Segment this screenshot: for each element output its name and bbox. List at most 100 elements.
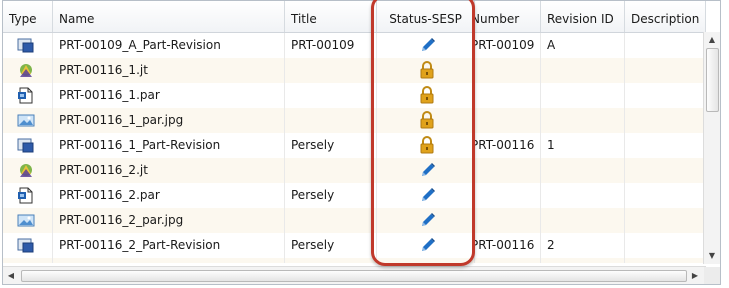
revision-cell (541, 158, 625, 183)
description-cell (625, 183, 706, 208)
part-revision-icon (17, 137, 35, 154)
type-cell (3, 183, 53, 208)
pencil-icon[interactable] (419, 236, 435, 254)
revision-cell (541, 108, 625, 133)
grid-header: Type Name Title Status-SESP Number Revis… (3, 1, 706, 33)
table-row[interactable] (3, 258, 706, 263)
description-cell (625, 233, 706, 258)
vertical-scrollbar[interactable]: ▲ ▼ (703, 32, 720, 264)
description-cell (625, 208, 706, 233)
revision-cell: 2 (541, 233, 625, 258)
pencil-icon[interactable] (419, 186, 435, 204)
revision-cell (541, 258, 625, 263)
pencil-icon[interactable] (419, 211, 435, 229)
column-header-type[interactable]: Type (3, 1, 53, 32)
part-revision-icon (17, 237, 35, 254)
name-cell: PRT-00116_1.par (53, 83, 285, 108)
title-cell (285, 258, 377, 263)
table-row[interactable]: PRT-00116_1.par (3, 83, 706, 108)
title-cell: Persely (285, 183, 377, 208)
name-cell: PRT-00116_2_par.jpg (53, 208, 285, 233)
table-row[interactable]: PRT-00116_2.par Persely (3, 183, 706, 208)
status-cell (377, 183, 475, 208)
lock-icon[interactable] (419, 86, 435, 104)
revision-cell (541, 183, 625, 208)
description-cell (625, 58, 706, 83)
status-cell (377, 233, 475, 258)
revision-cell: 1 (541, 133, 625, 158)
type-cell (3, 108, 53, 133)
status-cell (377, 258, 475, 263)
table-row[interactable]: PRT-00116_2_Part-Revision Persely PRT-0011… (3, 233, 706, 258)
scroll-up-button[interactable]: ▲ (704, 32, 720, 48)
type-cell (3, 58, 53, 83)
pencil-icon[interactable] (419, 161, 435, 179)
column-header-title[interactable]: Title (285, 1, 377, 32)
description-cell (625, 33, 706, 58)
name-cell: PRT-00116_2.jt (53, 158, 285, 183)
name-cell: PRT-00116_2.par (53, 183, 285, 208)
name-cell (53, 258, 285, 263)
table-row[interactable]: PRT-00116_1_Part-Revision Persely PRT-0011… (3, 133, 706, 158)
scroll-left-button[interactable]: ◀ (3, 267, 19, 284)
status-cell (377, 133, 475, 158)
description-cell (625, 133, 706, 158)
par-file-icon (17, 87, 35, 104)
title-cell (285, 83, 377, 108)
scroll-down-button[interactable]: ▼ (704, 248, 720, 264)
items-grid: Type Name Title Status-SESP Number Revis… (2, 0, 721, 285)
scroll-right-button[interactable]: ▶ (687, 267, 703, 284)
image-file-icon (17, 212, 35, 229)
title-cell (285, 108, 377, 133)
image-file-icon (17, 112, 35, 129)
type-cell (3, 83, 53, 108)
table-row[interactable]: PRT-00116_2_par.jpg (3, 208, 706, 233)
column-header-name[interactable]: Name (53, 1, 285, 32)
pencil-icon[interactable] (419, 261, 435, 263)
column-header-description[interactable]: Description (625, 1, 706, 32)
table-row[interactable]: PRT-00116_1_par.jpg (3, 108, 706, 133)
number-cell (475, 158, 541, 183)
lock-icon[interactable] (419, 136, 435, 154)
name-cell: PRT-00109_A_Part-Revision (53, 33, 285, 58)
number-cell (475, 108, 541, 133)
lock-icon[interactable] (419, 111, 435, 129)
revision-cell: A (541, 33, 625, 58)
jt-file-icon (17, 62, 35, 79)
revision-cell (541, 83, 625, 108)
table-row[interactable]: PRT-00116_2.jt (3, 158, 706, 183)
type-cell (3, 233, 53, 258)
column-header-revision-id[interactable]: Revision ID (541, 1, 625, 32)
status-cell (377, 158, 475, 183)
revision-cell (541, 208, 625, 233)
status-cell (377, 58, 475, 83)
description-cell (625, 108, 706, 133)
vertical-scroll-thumb[interactable] (706, 48, 719, 112)
title-cell (285, 158, 377, 183)
status-cell (377, 33, 475, 58)
description-cell (625, 258, 706, 263)
table-row[interactable]: PRT-00116_1.jt (3, 58, 706, 83)
description-cell (625, 158, 706, 183)
column-header-status-sesp[interactable]: Status-SESP (377, 1, 475, 32)
column-header-number[interactable]: Number (475, 1, 541, 32)
lock-icon[interactable] (419, 61, 435, 79)
number-cell: PRT-00116 (475, 133, 541, 158)
horizontal-scroll-thumb[interactable] (21, 270, 687, 282)
number-cell (475, 183, 541, 208)
title-cell: Persely (285, 133, 377, 158)
number-cell (475, 58, 541, 83)
title-cell: PRT-00109 (285, 33, 377, 58)
title-cell (285, 58, 377, 83)
pencil-icon[interactable] (419, 36, 435, 54)
scrollbar-corner (704, 267, 720, 284)
type-cell (3, 158, 53, 183)
number-cell (475, 83, 541, 108)
revision-cell (541, 58, 625, 83)
type-cell (3, 208, 53, 233)
title-cell (285, 208, 377, 233)
type-cell (3, 33, 53, 58)
table-row[interactable]: PRT-00109_A_Part-Revision PRT-00109 PRT-00… (3, 33, 706, 58)
number-cell (475, 208, 541, 233)
horizontal-scrollbar[interactable]: ◀ ▶ (3, 266, 706, 284)
